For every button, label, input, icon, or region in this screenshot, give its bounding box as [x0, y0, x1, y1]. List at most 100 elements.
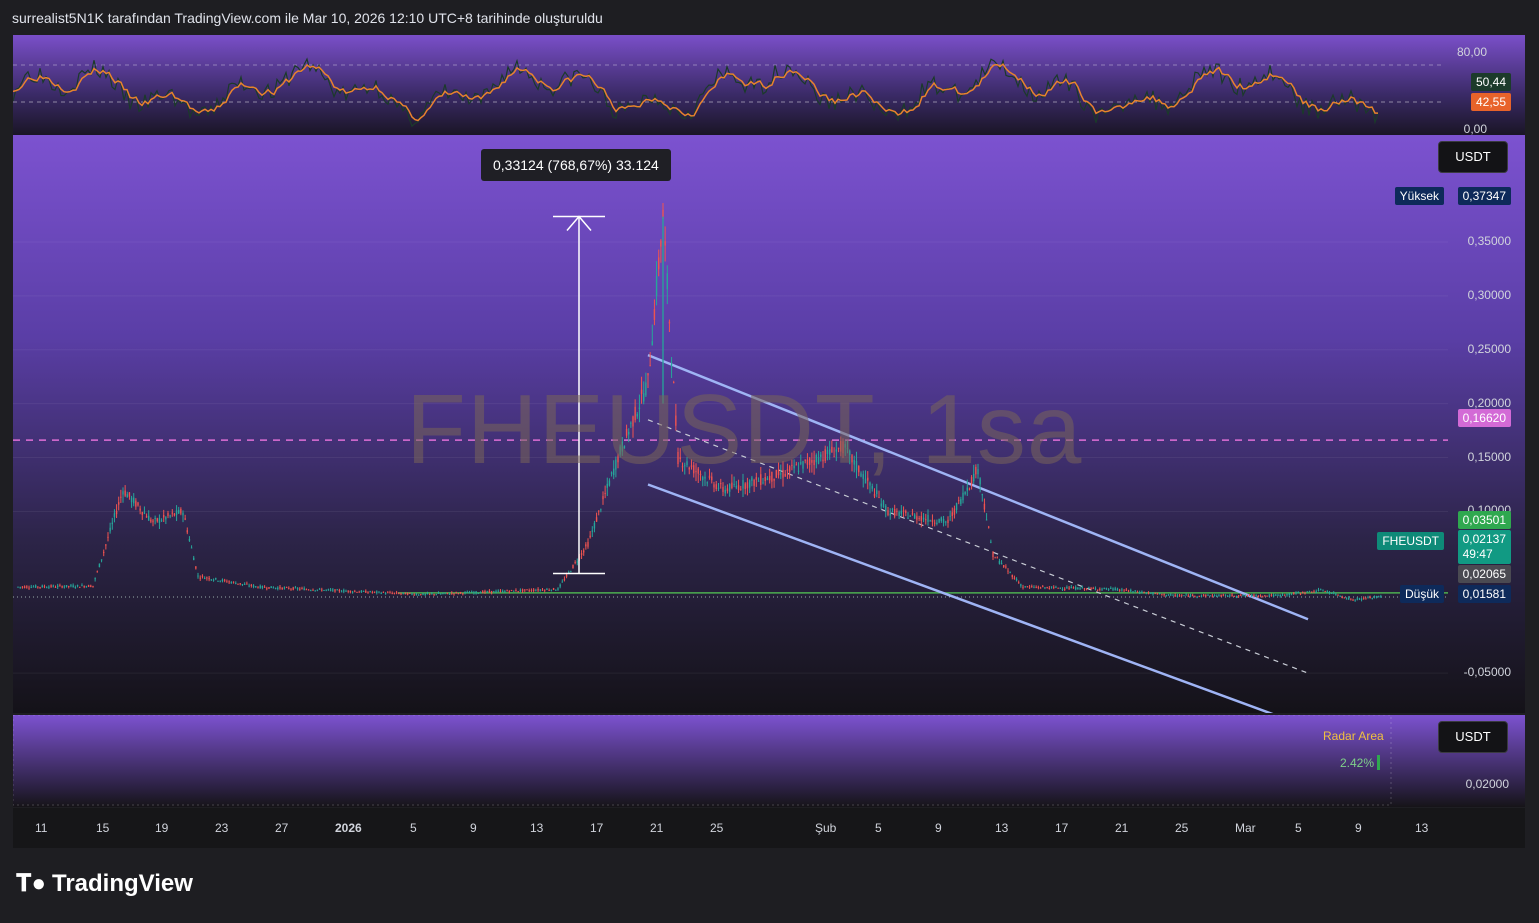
candle-body	[1147, 592, 1150, 594]
time-axis-tick: 9	[470, 821, 477, 835]
high-price-label: 0,37347	[1457, 187, 1511, 205]
candle-body	[373, 591, 376, 593]
candle-body	[59, 585, 61, 587]
candle-body	[387, 592, 389, 594]
candle-body	[918, 517, 920, 519]
channel-lower-line[interactable]	[647, 483, 1308, 713]
rsi-pane[interactable]: 80,00 50,44 42,55 0,00	[13, 35, 1525, 135]
candle-body	[190, 547, 193, 549]
candle-body	[37, 586, 39, 588]
candle-body	[303, 588, 305, 591]
candle-body	[237, 583, 239, 585]
candle-body	[158, 518, 161, 523]
candle-body	[235, 583, 237, 585]
candle-body	[329, 589, 332, 591]
time-axis[interactable]: 11 15 19 23 27 2026 5 9 13 17 21 25 Şub 5 9 13 17 21 25 Mar…	[13, 808, 1525, 848]
candle-body	[111, 522, 113, 525]
candle-body	[998, 561, 1001, 564]
candle-body	[724, 489, 726, 494]
time-axis-tick: 11	[35, 821, 48, 835]
candle-body	[981, 494, 983, 496]
symbol-tag: FHEUSDT	[1377, 532, 1444, 550]
radar-currency-button[interactable]: USDT	[1438, 721, 1508, 753]
candle-body	[201, 575, 204, 577]
candle-body	[1125, 589, 1128, 591]
low-tag: Düşük	[1399, 585, 1444, 603]
candle-body	[925, 519, 927, 521]
radar-title: Radar Area	[1323, 729, 1384, 743]
candle-body	[565, 574, 568, 577]
candle-body	[92, 585, 94, 587]
candle-body	[393, 592, 396, 594]
candle-body	[417, 594, 420, 596]
candle-body	[17, 586, 19, 588]
tradingview-mark-icon: 𝐓●	[16, 870, 46, 897]
candle-body	[1255, 595, 1257, 597]
level-price-label: 0,16620	[1457, 409, 1511, 427]
candle-body	[526, 589, 528, 591]
candle-body	[1138, 592, 1141, 594]
candle-body	[722, 487, 724, 492]
candle-body	[887, 510, 889, 515]
candle-body	[510, 590, 513, 592]
radar-pane[interactable]: Radar Area 2.42% USDT 0,02000	[13, 715, 1525, 807]
candle-body	[422, 593, 424, 595]
candle-body	[228, 581, 230, 583]
candle-body	[1275, 594, 1277, 596]
candle-body	[1240, 594, 1242, 596]
candle-body	[535, 590, 537, 592]
low-price-label: 0,01581	[1457, 585, 1511, 603]
candle-body	[466, 591, 468, 593]
candle-body	[43, 586, 46, 588]
candle-body	[94, 578, 96, 580]
candle-body	[171, 512, 173, 514]
candle-body	[1322, 590, 1324, 592]
candle-body	[583, 550, 585, 553]
candle-body	[1176, 595, 1179, 597]
candle-body	[1185, 594, 1187, 596]
candle-body	[1335, 594, 1337, 596]
candle-body	[898, 512, 900, 517]
candle-body	[1200, 595, 1203, 597]
price-axis-tick: 0,15000	[1467, 449, 1511, 464]
candle-body	[1330, 592, 1333, 594]
candle-body	[316, 589, 319, 591]
candle-body	[885, 505, 887, 511]
candle-body	[902, 510, 905, 512]
candle-body	[96, 571, 98, 573]
candle-body	[1127, 590, 1130, 592]
candle-body	[1145, 592, 1148, 594]
radar-value: 2.42%	[1340, 756, 1375, 770]
price-pane[interactable]: FHEUSDT, 1sa USDT 0,35000 0,30000 0,25000 0…	[13, 135, 1525, 713]
candle-body	[52, 585, 54, 587]
time-axis-tick: 17	[1055, 821, 1069, 835]
candle-body	[413, 594, 415, 596]
candle-body	[604, 492, 606, 494]
candle-body	[1015, 578, 1018, 581]
candle-body	[294, 587, 297, 589]
candle-body	[1350, 598, 1352, 600]
candle-body	[301, 588, 303, 590]
candle-body	[537, 588, 539, 591]
candle-body	[332, 589, 334, 591]
radar-svg	[13, 715, 1392, 806]
candle-body	[591, 530, 593, 532]
candle-body	[444, 592, 446, 594]
candle-body	[1057, 587, 1059, 589]
candle-body	[958, 500, 960, 502]
candle-body	[966, 487, 968, 491]
time-axis-tick: Mar	[1235, 821, 1256, 835]
chart-caption: surrealist5N1K tarafından TradingView.co…	[12, 10, 603, 26]
candle-body	[389, 592, 391, 594]
last-price-label: 0,02137 49:47	[1457, 530, 1511, 564]
candle-body	[105, 544, 107, 546]
candle-body	[115, 510, 118, 515]
candle-body	[1020, 584, 1022, 586]
candle-body	[169, 515, 171, 517]
candle-body	[310, 590, 312, 592]
candle-body	[87, 585, 90, 587]
candle-body	[653, 309, 656, 320]
currency-button[interactable]: USDT	[1438, 141, 1508, 173]
candle-body	[246, 583, 248, 585]
candle-body	[263, 586, 266, 588]
